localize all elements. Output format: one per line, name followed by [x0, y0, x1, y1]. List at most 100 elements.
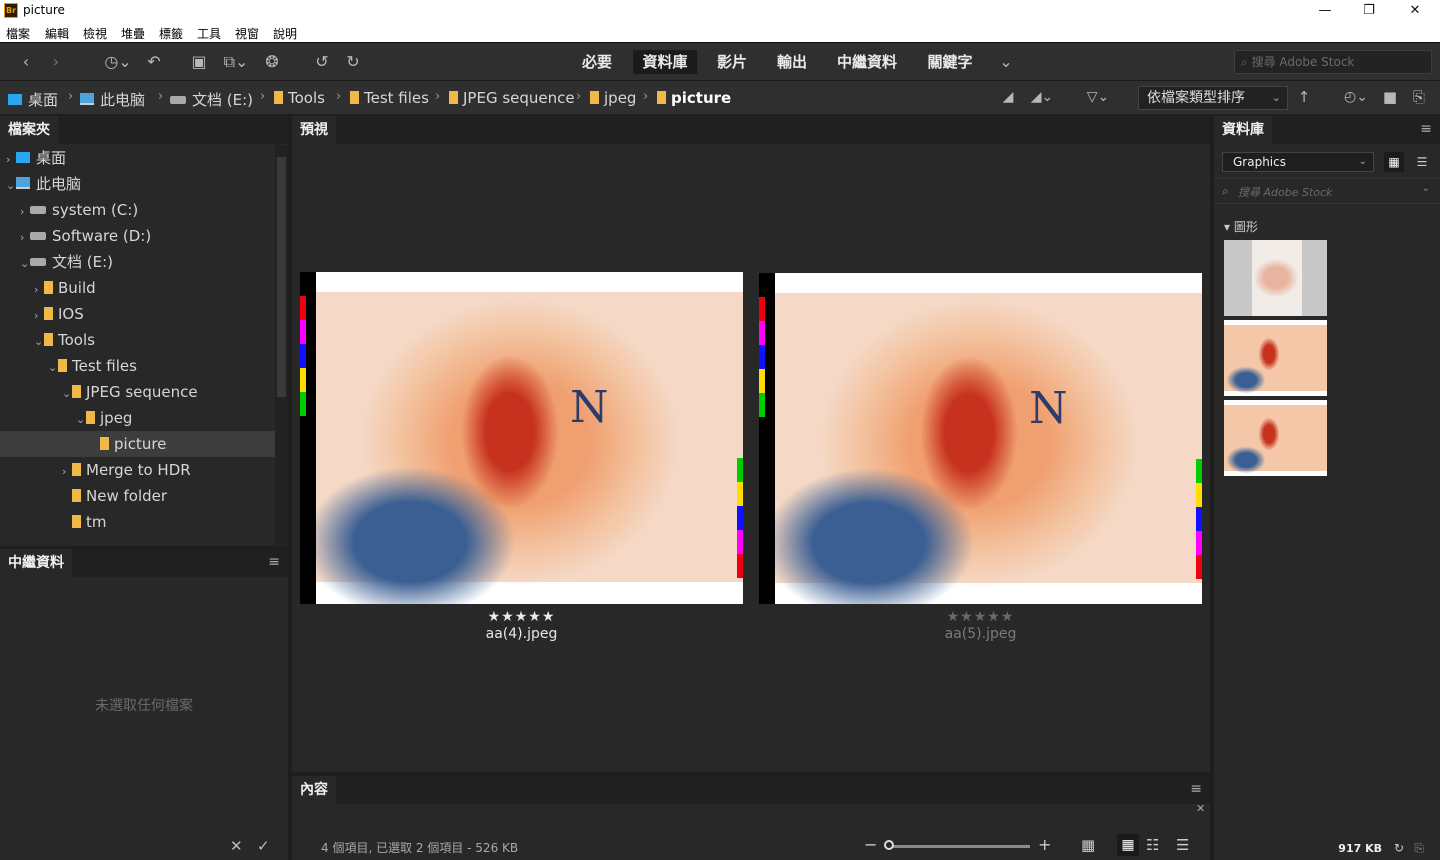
- open-recent-icon[interactable]: ◴⌄: [1338, 85, 1374, 109]
- chevron-down-icon[interactable]: ⌄: [6, 173, 16, 199]
- thumbnail-size-slider[interactable]: [888, 845, 1030, 848]
- grid-view-icon[interactable]: ▦: [1384, 152, 1404, 172]
- folder-tree-item[interactable]: ⌄ Tools: [0, 327, 275, 353]
- thumbnail-quality-icon[interactable]: ◢: [996, 85, 1020, 109]
- panel-menu-icon[interactable]: ≡: [268, 555, 280, 569]
- view-thumbnails-icon[interactable]: ▦: [1117, 834, 1139, 856]
- folder-tree-scrollbar[interactable]: [275, 145, 288, 545]
- sort-ascending-icon[interactable]: ↑: [1294, 85, 1314, 109]
- folder-tree-item[interactable]: › 桌面: [0, 145, 275, 171]
- folder-tree-item[interactable]: ⌄ 此电脑: [0, 171, 275, 197]
- close-button[interactable]: ✕: [1392, 0, 1438, 22]
- adobe-stock-search-input[interactable]: ⌕ 搜尋 Adobe Stock: [1234, 50, 1432, 74]
- graphics-section-header[interactable]: ▾ 圖形: [1224, 218, 1258, 235]
- list-view-icon[interactable]: ☰: [1412, 152, 1432, 172]
- library-select[interactable]: Graphics ⌄: [1222, 152, 1374, 172]
- breadcrumb-test-files[interactable]: Test files: [350, 89, 429, 107]
- workspace-more-chevron-icon[interactable]: ⌄: [994, 50, 1018, 74]
- library-search-input[interactable]: ⌕ 搜尋 Adobe Stock ⌄: [1214, 178, 1440, 204]
- camera-icon[interactable]: ▣: [188, 50, 210, 74]
- folder-tree-item[interactable]: New folder: [0, 483, 275, 509]
- folders-panel-tab[interactable]: 檔案夾: [0, 116, 58, 144]
- folder-tree-item[interactable]: › Software (D:): [0, 223, 275, 249]
- back-icon[interactable]: ‹: [16, 50, 36, 74]
- library-thumbnail-1[interactable]: [1224, 240, 1327, 316]
- chevron-down-icon[interactable]: ⌄: [76, 407, 86, 433]
- content-panel-tab[interactable]: 內容: [292, 776, 336, 804]
- workspace-metadata[interactable]: 中繼資料: [827, 50, 907, 74]
- cancel-icon[interactable]: ✕: [230, 837, 243, 855]
- refine-icon[interactable]: ❂: [262, 50, 282, 74]
- panel-menu-icon[interactable]: ≡: [1190, 782, 1202, 796]
- folder-tree-item[interactable]: ⌄ jpeg: [0, 405, 275, 431]
- preview-image-2[interactable]: N: [759, 273, 1202, 604]
- folder-tree-item[interactable]: › Build: [0, 275, 275, 301]
- chevron-down-icon[interactable]: ⌄: [62, 381, 72, 407]
- chevron-right-icon[interactable]: ›: [34, 277, 44, 303]
- menu-edit[interactable]: 編輯: [45, 25, 69, 42]
- menu-label[interactable]: 標籤: [159, 25, 183, 42]
- rotate-left-icon[interactable]: ↺: [312, 50, 332, 74]
- minimize-button[interactable]: —: [1302, 0, 1348, 22]
- recent-history-icon[interactable]: ◷⌄: [100, 50, 136, 74]
- close-icon[interactable]: ✕: [1196, 802, 1205, 815]
- copy-to-icon[interactable]: ⧉⌄: [218, 50, 254, 74]
- chevron-down-icon[interactable]: ⌄: [20, 251, 30, 277]
- view-details-icon[interactable]: ☷: [1146, 836, 1159, 854]
- breadcrumb-separator[interactable]: ›: [435, 89, 440, 104]
- trash-icon[interactable]: ⎘: [1408, 85, 1430, 109]
- zoom-out-icon[interactable]: −: [864, 835, 877, 854]
- chevron-down-icon[interactable]: ⌄: [48, 355, 58, 381]
- view-list-icon[interactable]: ☰: [1176, 836, 1189, 854]
- filter-icon[interactable]: ▽⌄: [1080, 85, 1116, 109]
- chevron-right-icon[interactable]: ›: [20, 225, 30, 251]
- chevron-right-icon[interactable]: ›: [62, 459, 72, 485]
- sort-dropdown[interactable]: 依檔案類型排序 ⌄: [1138, 86, 1288, 110]
- chevron-right-icon[interactable]: ›: [34, 303, 44, 329]
- preview-image-1[interactable]: N: [300, 272, 743, 604]
- library-panel-tab[interactable]: 資料庫: [1214, 116, 1272, 144]
- folder-tree-item[interactable]: ⌄ 文档 (E:): [0, 249, 275, 275]
- breadcrumb-separator[interactable]: ›: [576, 89, 581, 104]
- library-thumbnail-2[interactable]: [1224, 320, 1327, 396]
- maximize-button[interactable]: ❐: [1346, 0, 1392, 22]
- breadcrumb-picture[interactable]: picture: [657, 89, 731, 107]
- folder-tree-item[interactable]: picture: [0, 431, 275, 457]
- trash-icon[interactable]: ⎘: [1414, 841, 1424, 856]
- rating-filter-icon[interactable]: ◢⌄: [1026, 85, 1058, 109]
- rating-stars-2[interactable]: ★★★★★: [759, 609, 1202, 625]
- preview-panel-tab[interactable]: 預視: [292, 116, 336, 144]
- rating-stars-1[interactable]: ★★★★★: [300, 609, 743, 625]
- workspace-film[interactable]: 影片: [707, 50, 757, 74]
- scrollbar-thumb[interactable]: [277, 157, 286, 397]
- workspace-essentials[interactable]: 必要: [572, 50, 622, 74]
- breadcrumb-separator[interactable]: ›: [158, 89, 163, 104]
- folder-tree-item[interactable]: › IOS: [0, 301, 275, 327]
- workspace-library[interactable]: 資料庫: [633, 50, 697, 74]
- folder-tree-item[interactable]: ⌄ JPEG sequence: [0, 379, 275, 405]
- breadcrumb-tools[interactable]: Tools: [274, 89, 325, 107]
- new-folder-icon[interactable]: ■: [1380, 85, 1400, 109]
- library-thumbnail-3[interactable]: [1224, 400, 1327, 476]
- folder-tree-item[interactable]: › system (C:): [0, 197, 275, 223]
- menu-tools[interactable]: 工具: [197, 25, 221, 42]
- folder-tree-item[interactable]: tm: [0, 509, 275, 535]
- breadcrumb-jpeg[interactable]: jpeg: [590, 89, 636, 107]
- breadcrumb-separator[interactable]: ›: [643, 89, 648, 104]
- sync-icon[interactable]: ↻: [1394, 841, 1404, 855]
- chevron-right-icon[interactable]: ›: [20, 199, 30, 225]
- workspace-keywords[interactable]: 關鍵字: [917, 50, 983, 74]
- boomerang-icon[interactable]: ↶: [144, 50, 164, 74]
- workspace-output[interactable]: 輸出: [767, 50, 817, 74]
- rotate-right-icon[interactable]: ↻: [343, 50, 363, 74]
- panel-menu-icon[interactable]: ≡: [1420, 122, 1432, 136]
- chevron-right-icon[interactable]: ›: [6, 147, 16, 173]
- breadcrumb-computer[interactable]: 此电脑: [80, 89, 145, 110]
- menu-help[interactable]: 說明: [273, 25, 297, 42]
- breadcrumb-desktop[interactable]: 桌面: [8, 89, 58, 110]
- breadcrumb-separator[interactable]: ›: [68, 89, 73, 104]
- chevron-down-icon[interactable]: ⌄: [34, 329, 44, 355]
- folder-tree-item[interactable]: › Merge to HDR: [0, 457, 275, 483]
- menu-file[interactable]: 檔案: [6, 25, 30, 42]
- zoom-in-icon[interactable]: +: [1038, 835, 1051, 854]
